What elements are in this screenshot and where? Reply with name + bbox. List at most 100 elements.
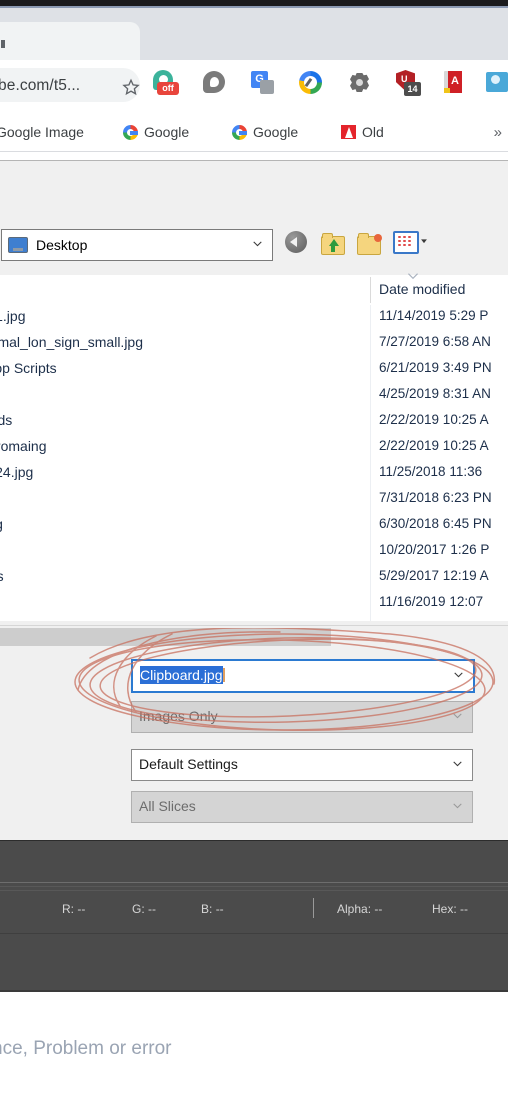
bookmark-label: Old xyxy=(362,124,384,140)
file-date: 2/22/2019 10:25 A xyxy=(379,438,489,453)
color-circle-extension-icon[interactable] xyxy=(296,68,326,98)
webpage-text-fragment: nce, Problem or error xyxy=(0,1038,172,1059)
bookmark-google-1[interactable]: Google xyxy=(123,112,189,152)
save-in-value: Desktop xyxy=(36,237,88,253)
table-row[interactable]: Ps layers.jpg 6/30/2018 6:45 PN xyxy=(0,513,508,539)
bookmark-google-2[interactable]: Google xyxy=(232,112,298,152)
readout-r: R: -- xyxy=(62,902,86,916)
views-chevron-down-icon[interactable] xyxy=(419,236,429,246)
file-name: BS1H8024.jpg xyxy=(0,464,34,480)
table-row[interactable]: Photoshop Scripts 6/21/2019 3:49 PN xyxy=(0,357,508,383)
file-name-value: Clipboard.jpg xyxy=(140,666,225,684)
file-name: Untitled-1.jpg xyxy=(0,308,26,324)
chevron-down-icon[interactable] xyxy=(251,237,264,250)
ghostery-extension-icon[interactable]: off xyxy=(150,68,180,98)
table-row[interactable]: Ps Untitled-1.jpg 11/14/2019 5:29 P xyxy=(0,305,508,331)
file-name: Programs xyxy=(0,568,4,584)
blue-extension-icon[interactable] xyxy=(482,68,508,98)
file-name: layers.jpg xyxy=(0,516,3,532)
file-date: 5/29/2017 12:19 A xyxy=(379,568,489,583)
save-as-dialog: s Save in: Desktop Name Date mod xyxy=(0,160,508,842)
red-book-extension-icon[interactable]: A xyxy=(438,68,468,98)
file-date: 6/21/2019 3:49 PN xyxy=(379,360,492,375)
ghostery-off-badge: off xyxy=(157,82,179,95)
book-a-letter: A xyxy=(451,75,459,87)
table-row[interactable]: Ps me.jpg 7/31/2018 6:23 PN xyxy=(0,487,508,513)
new-folder-button[interactable] xyxy=(357,231,383,257)
tab-edge-marker xyxy=(1,40,5,48)
table-row[interactable]: Ps ss2.jpg 4/25/2019 8:31 AN xyxy=(0,383,508,409)
file-date: 11/16/2019 12:07 xyxy=(379,594,484,609)
file-date: 11/25/2018 11:36 xyxy=(379,464,483,479)
chevron-down-icon xyxy=(451,709,464,722)
file-list[interactable]: Ps Untitled-1.jpg 11/14/2019 5:29 P Ps s… xyxy=(0,305,508,621)
photoshop-info-panel: R: -- G: -- B: -- Alpha: -- Hex: -- xyxy=(0,840,508,992)
file-name: sailing_smal_lon_sign_small.jpg xyxy=(0,334,143,350)
format-value: Images Only xyxy=(139,708,218,724)
desktop-icon xyxy=(8,237,28,253)
readout-b: B: -- xyxy=(201,902,224,916)
readout-alpha: Alpha: -- xyxy=(337,902,383,916)
file-name: Adobe - romaing xyxy=(0,438,47,454)
google-translate-extension-icon[interactable]: G xyxy=(248,68,278,98)
file-date: 7/27/2019 6:58 AN xyxy=(379,334,491,349)
screenshot-root: be.com/t5... off G U 14 A Google Image G… xyxy=(0,0,508,1099)
chevron-down-icon xyxy=(451,799,464,812)
google-g-icon xyxy=(232,124,247,140)
table-row[interactable]: Downloads 2/22/2019 10:25 A xyxy=(0,409,508,435)
table-row[interactable]: Temp 10/16/2019 8:30 A xyxy=(0,617,508,621)
bookmark-google-image[interactable]: Google Image xyxy=(0,112,84,152)
format-row: Format: Images Only xyxy=(0,701,508,735)
file-date: 10/16/2019 8:30 A xyxy=(379,620,489,621)
scrollbar-thumb[interactable] xyxy=(0,628,331,646)
table-row[interactable]: Adobe - romaing 2/22/2019 10:25 A xyxy=(0,435,508,461)
file-date: 11/14/2019 5:29 P xyxy=(379,308,489,323)
settings-row: Settings: Default Settings xyxy=(0,749,508,783)
bookmark-label: Google xyxy=(144,124,190,140)
table-row[interactable]: SendTo 10/20/2017 1:26 P xyxy=(0,539,508,565)
file-date: 4/25/2019 8:31 AN xyxy=(379,386,491,401)
gear-extension-icon[interactable] xyxy=(345,68,375,98)
readout-divider xyxy=(313,898,314,918)
slices-combobox[interactable]: All Slices xyxy=(131,791,473,823)
up-folder-button[interactable] xyxy=(321,231,347,257)
file-name: Downloads xyxy=(0,412,13,428)
sort-chevron-icon xyxy=(406,271,420,283)
file-date: 6/30/2018 6:45 PN xyxy=(379,516,492,531)
shield-extension-icon[interactable]: U 14 xyxy=(392,68,422,98)
file-name-input[interactable]: Clipboard.jpg xyxy=(131,659,475,693)
browser-tabstrip[interactable] xyxy=(0,8,508,68)
readout-hex: Hex: -- xyxy=(432,902,469,916)
table-row[interactable]: Programs 5/29/2017 12:19 A xyxy=(0,565,508,591)
chevron-down-icon[interactable] xyxy=(452,668,465,681)
column-header-date-modified[interactable]: Date modified xyxy=(379,281,465,297)
table-row[interactable]: Ps sailing_smal_lon_sign_small.jpg 7/27/… xyxy=(0,331,508,357)
save-in-location-combobox[interactable]: Desktop xyxy=(1,229,273,261)
bookmarks-overflow-icon[interactable]: » xyxy=(494,124,502,141)
extension-icons-row: off G U 14 A xyxy=(0,68,508,108)
settings-combobox[interactable]: Default Settings xyxy=(131,749,473,781)
bookmark-label: Google Image xyxy=(0,124,84,140)
table-row[interactable]: Ps BS1H8024.jpg 11/25/2018 11:36 xyxy=(0,461,508,487)
slices-value: All Slices xyxy=(139,798,196,814)
settings-value: Default Settings xyxy=(139,756,238,772)
duck-extension-icon[interactable] xyxy=(200,68,230,98)
readout-g: G: -- xyxy=(132,902,157,916)
chevron-down-icon[interactable] xyxy=(451,757,464,770)
file-name-row: File name: Clipboard.jpg xyxy=(0,659,508,693)
bookmark-old[interactable]: Old xyxy=(341,112,384,152)
back-button[interactable] xyxy=(285,231,311,257)
file-date: 2/22/2019 10:25 A xyxy=(379,412,489,427)
column-divider xyxy=(370,277,371,303)
views-button[interactable] xyxy=(393,231,427,257)
horizontal-scrollbar[interactable]: ‹ xyxy=(0,625,508,648)
adobe-a-icon xyxy=(341,125,356,139)
file-name: Photoshop Scripts xyxy=(0,360,57,376)
slices-row: Slices: All Slices xyxy=(0,791,508,825)
format-combobox[interactable]: Images Only xyxy=(131,701,473,733)
file-date: 10/20/2017 1:26 P xyxy=(379,542,490,557)
bookmarks-bar: Google Image Google Google Old » xyxy=(0,112,508,152)
google-g-icon xyxy=(123,124,138,140)
file-date: 7/31/2018 6:23 PN xyxy=(379,490,492,505)
table-row[interactable]: SaveAs 11/16/2019 12:07 xyxy=(0,591,508,617)
